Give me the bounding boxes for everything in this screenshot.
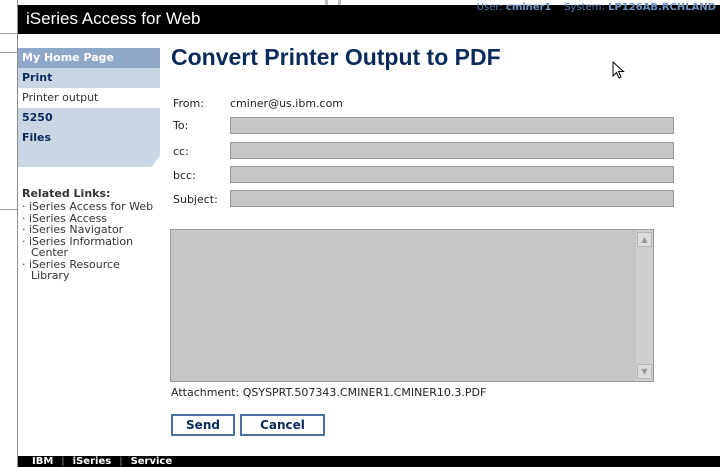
subject-label: Subject: bbox=[173, 193, 218, 206]
user-label: User: bbox=[476, 2, 503, 13]
nav-home[interactable]: My Home Page bbox=[18, 48, 160, 68]
related-link[interactable]: iSeries Navigator bbox=[22, 224, 158, 236]
textarea-scrollbar[interactable]: ▲ ▼ bbox=[636, 230, 653, 381]
gutter-divider bbox=[0, 33, 17, 34]
to-label: To: bbox=[173, 119, 189, 132]
footer-link-service[interactable]: Service bbox=[131, 456, 173, 467]
subject-field[interactable] bbox=[230, 190, 674, 207]
from-value: cminer@us.ibm.com bbox=[230, 97, 344, 110]
message-textarea[interactable]: ▲ ▼ bbox=[170, 229, 654, 382]
nav-corner bbox=[18, 148, 160, 167]
gutter-divider bbox=[0, 209, 17, 210]
attachment-label: Attachment: bbox=[171, 386, 240, 399]
related-link[interactable]: iSeries Resource Library bbox=[22, 258, 158, 282]
cc-label: cc: bbox=[173, 145, 189, 158]
related-link[interactable]: iSeries Information Center bbox=[22, 235, 158, 259]
app-header: iSeries Access for Web User: cminer1 Sys… bbox=[18, 2, 720, 34]
sidebar-nav: My Home Page Print Printer output 5250 F… bbox=[18, 48, 160, 167]
send-button[interactable]: Send bbox=[171, 414, 235, 436]
footer-link-ibm[interactable]: IBM bbox=[32, 456, 53, 467]
from-label: From: bbox=[173, 97, 204, 110]
attachment-info: Attachment: QSYSPRT.507343.CMINER1.CMINE… bbox=[171, 386, 486, 399]
nav-print[interactable]: Print bbox=[18, 68, 160, 88]
user-system-info: User: cminer1 System: LP126AB.RCHLAND bbox=[477, 2, 716, 13]
footer-bar: IBM | iSeries | Service bbox=[18, 456, 720, 467]
bcc-field[interactable] bbox=[230, 166, 674, 183]
system-label: System: bbox=[564, 2, 605, 13]
related-links: Related Links: iSeries Access for Web iS… bbox=[22, 187, 158, 282]
footer-link-iseries[interactable]: iSeries bbox=[73, 456, 112, 467]
nav-5250[interactable]: 5250 bbox=[18, 108, 160, 128]
attachment-filename: QSYSPRT.507343.CMINER1.CMINER10.3.PDF bbox=[242, 386, 487, 399]
scroll-down-arrow-icon[interactable]: ▼ bbox=[637, 364, 652, 379]
bcc-label: bcc: bbox=[173, 169, 196, 182]
footer-links: IBM | iSeries | Service bbox=[32, 456, 173, 467]
left-gutter bbox=[0, 0, 18, 467]
nav-files[interactable]: Files bbox=[18, 128, 160, 148]
user-name: cminer1 bbox=[505, 2, 552, 13]
system-name: LP126AB.RCHLAND bbox=[608, 2, 716, 13]
to-field[interactable] bbox=[230, 117, 674, 134]
scroll-up-arrow-icon[interactable]: ▲ bbox=[637, 232, 652, 247]
cancel-button[interactable]: Cancel bbox=[240, 414, 325, 436]
nav-printer-output[interactable]: Printer output bbox=[18, 88, 160, 108]
page-title: Convert Printer Output to PDF bbox=[171, 44, 501, 70]
related-link[interactable]: iSeries Access for Web bbox=[22, 201, 158, 213]
mouse-cursor-icon bbox=[612, 61, 625, 79]
app-title: iSeries Access for Web bbox=[26, 9, 201, 28]
gutter-divider bbox=[0, 52, 17, 53]
cc-field[interactable] bbox=[230, 142, 674, 159]
related-links-title: Related Links: bbox=[22, 187, 111, 200]
